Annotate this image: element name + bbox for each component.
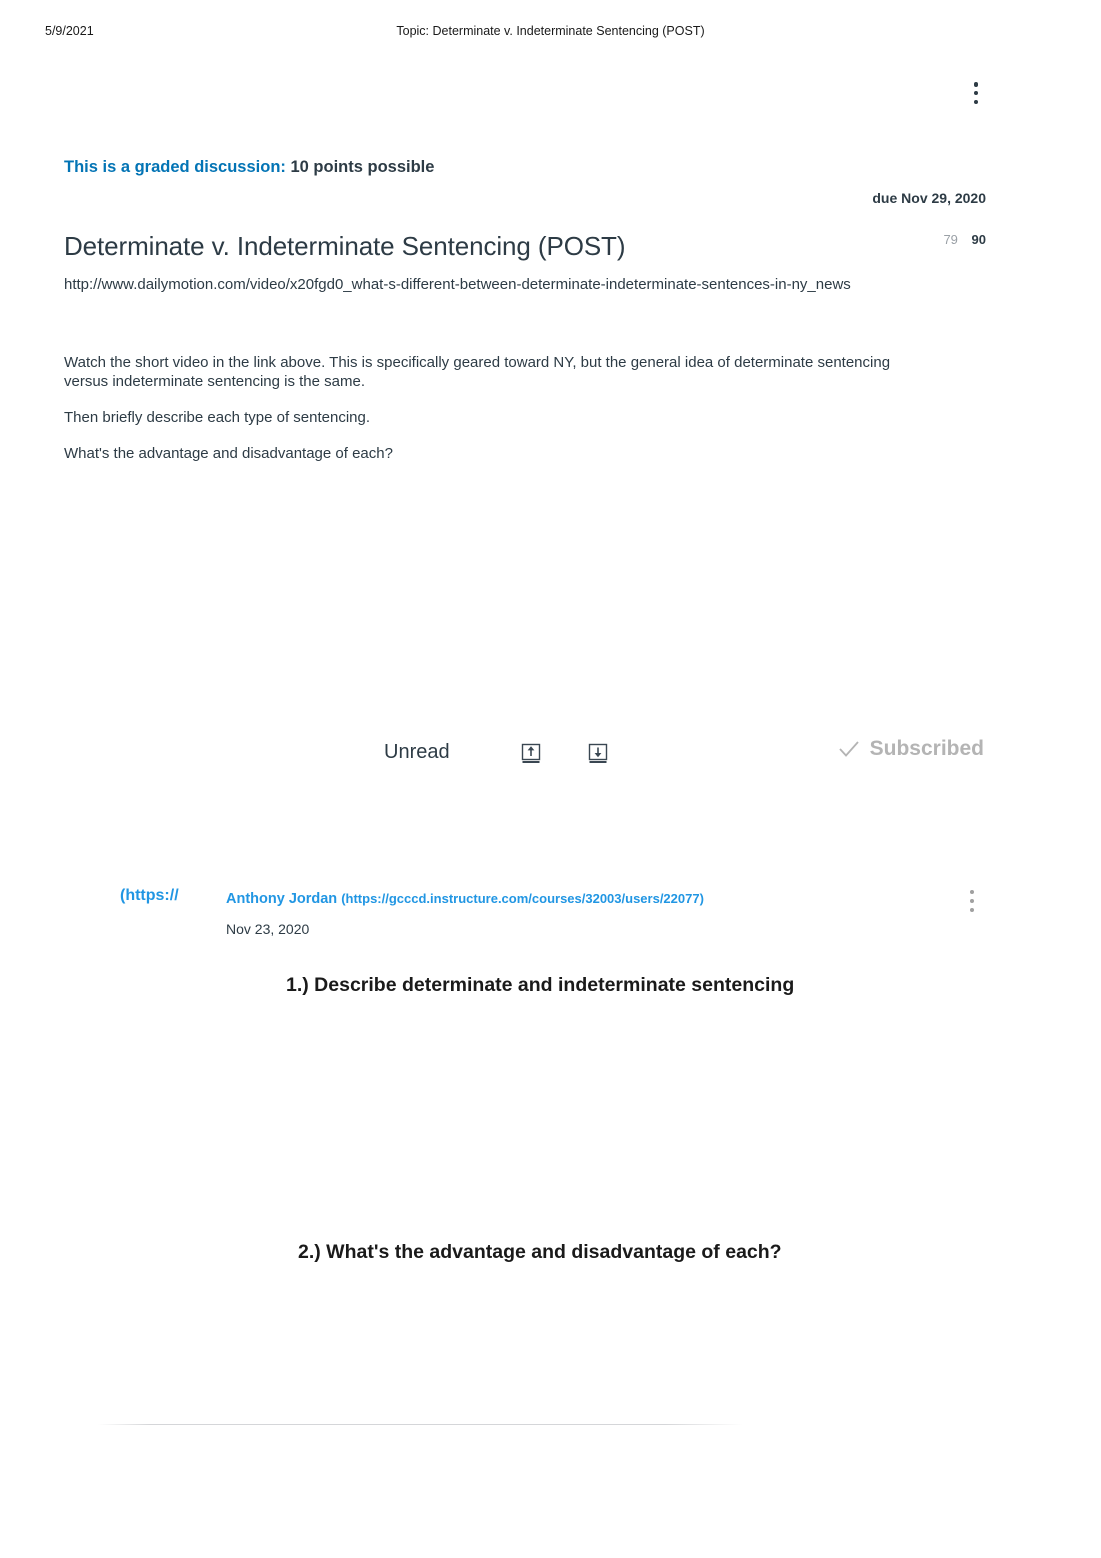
topic-video-link[interactable]: http://www.dailymotion.com/video/x20fgd0… xyxy=(64,274,851,296)
author-name-link[interactable]: Anthony Jordan xyxy=(226,891,337,907)
mark-all-as-unread-button[interactable] xyxy=(587,743,609,765)
reply-author: Anthony Jordan (https://gcccd.instructur… xyxy=(226,889,704,909)
kebab-dot xyxy=(973,90,979,96)
tray-down-arrow-icon xyxy=(588,743,608,763)
reply-timestamp: Nov 23, 2020 xyxy=(226,921,310,937)
print-header: 5/9/2021 Topic: Determinate v. Indetermi… xyxy=(0,24,1101,42)
unread-filter-label[interactable]: Unread xyxy=(384,739,450,765)
author-profile-url[interactable]: (https://gcccd.instructure.com/courses/3… xyxy=(341,891,704,906)
reply-options-kebab-icon[interactable] xyxy=(964,890,980,912)
tray-up-arrow-icon xyxy=(521,743,541,763)
kebab-dot xyxy=(973,82,979,87)
topic-options-kebab-icon[interactable] xyxy=(968,82,984,104)
total-replies-count: 90 xyxy=(971,232,986,247)
subscribed-label: Subscribed xyxy=(869,737,984,760)
graded-discussion-line: This is a graded discussion: 10 points p… xyxy=(64,156,434,178)
reply-divider xyxy=(98,1424,743,1425)
kebab-dot xyxy=(970,899,974,903)
reply-heading: 1.) Describe determinate and indetermina… xyxy=(286,974,795,996)
reply-heading: 2.) What's the advantage and disadvantag… xyxy=(298,1241,782,1263)
topic-paragraph: Watch the short video in the link above.… xyxy=(64,354,891,390)
kebab-dot xyxy=(970,890,974,894)
discussion-toolbar: Unread Subscribed xyxy=(384,735,984,779)
mark-all-as-read-button[interactable] xyxy=(520,743,542,765)
unread-count: 79 xyxy=(943,232,958,247)
kebab-dot xyxy=(973,99,979,104)
print-topic-title: Topic: Determinate v. Indeterminate Sent… xyxy=(396,24,705,38)
subscribe-toggle[interactable]: Subscribed xyxy=(836,735,984,763)
topic-message-body: Watch the short video in the link above.… xyxy=(64,353,934,463)
kebab-dot xyxy=(970,908,974,912)
due-date: due Nov 29, 2020 xyxy=(872,190,986,206)
check-icon xyxy=(838,741,859,757)
avatar-link[interactable]: (https:// xyxy=(120,885,179,907)
reply-counts: 79 90 xyxy=(64,231,986,249)
topic-paragraph: Then briefly describe each type of sente… xyxy=(64,409,371,426)
graded-discussion-label: This is a graded discussion: xyxy=(64,158,286,176)
points-possible: 10 points possible xyxy=(290,158,435,176)
topic-paragraph: What's the advantage and disadvantage of… xyxy=(64,445,393,462)
